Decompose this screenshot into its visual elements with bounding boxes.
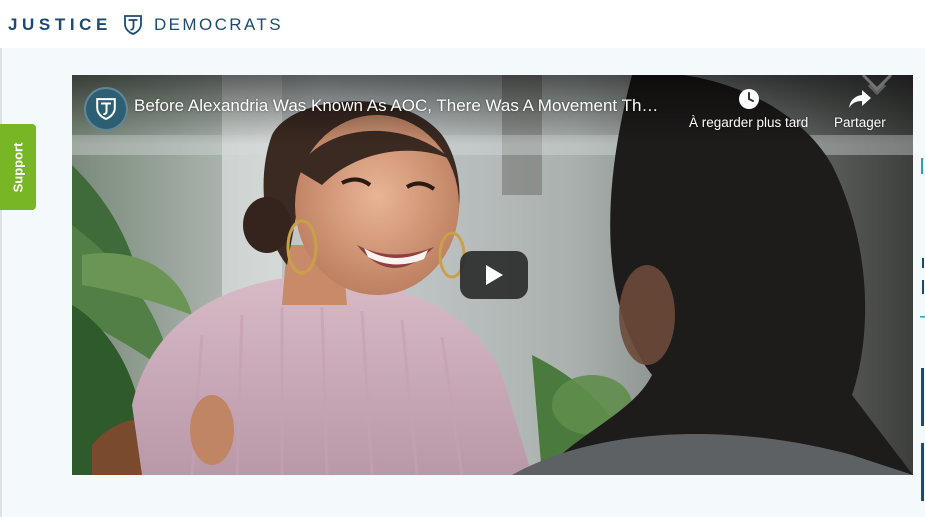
justice-democrats-logo-icon — [124, 15, 142, 35]
video-player[interactable]: Before Alexandria Was Known As AOC, Ther… — [72, 75, 913, 475]
support-tab[interactable]: Support — [0, 124, 36, 210]
play-button[interactable] — [460, 251, 528, 299]
support-tab-label: Support — [10, 142, 26, 192]
clock-icon — [738, 89, 759, 109]
play-icon — [486, 265, 503, 285]
left-divider — [0, 48, 2, 517]
justice-democrats-logo-icon — [96, 98, 116, 120]
logo-text-democrats: DEMOCRATS — [154, 15, 283, 34]
video-title-link[interactable]: Before Alexandria Was Known As AOC, Ther… — [134, 96, 684, 116]
watch-later-button[interactable]: À regarder plus tard — [689, 87, 808, 130]
site-header: JUSTICE DEMOCRATS — [0, 0, 925, 48]
channel-watermark-icon — [861, 75, 893, 96]
clipped-sidebar-edge — [920, 158, 925, 501]
logo-text-justice: JUSTICE — [8, 15, 112, 34]
share-label: Partager — [834, 115, 886, 130]
channel-avatar[interactable] — [84, 87, 128, 131]
watch-later-label: À regarder plus tard — [689, 115, 809, 130]
site-logo[interactable]: JUSTICE DEMOCRATS — [8, 12, 283, 38]
